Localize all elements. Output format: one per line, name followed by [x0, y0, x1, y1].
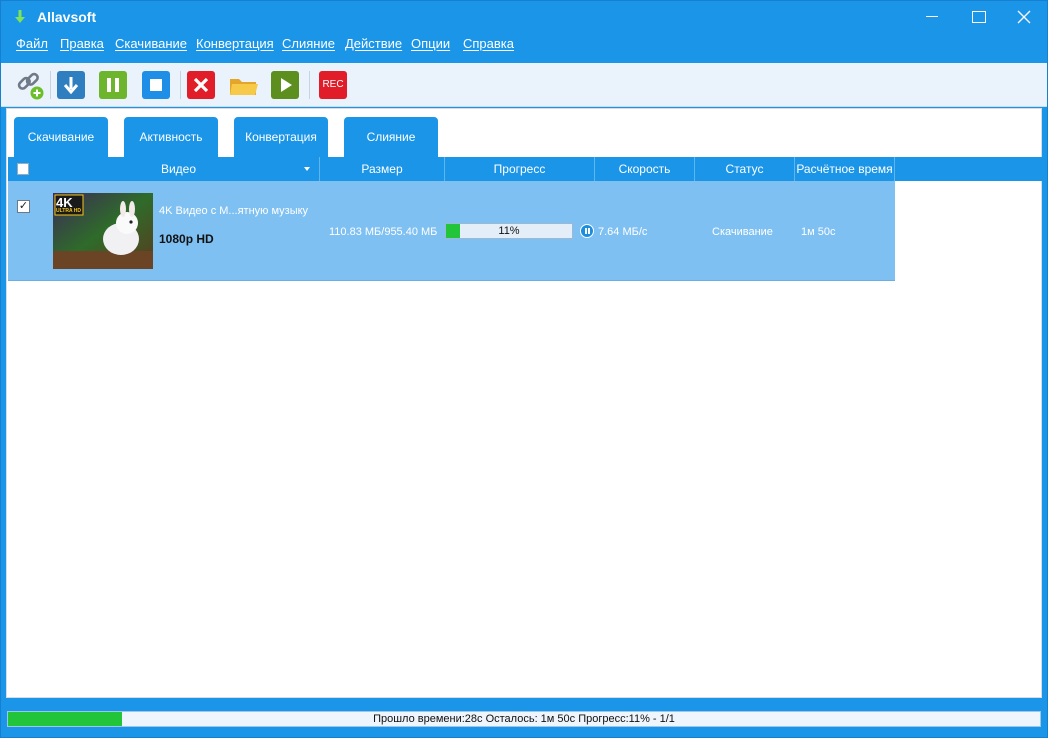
- title-bar: Allavsoft: [1, 1, 1047, 33]
- table-row[interactable]: ✓ 4K ULTRA HD 4K Видео с M...ятную музык…: [8, 181, 895, 281]
- pause-icon: [107, 78, 119, 92]
- overall-progress-text: Прошло времени:28с Осталось: 1м 50с Прог…: [373, 713, 675, 725]
- play-icon: [281, 78, 292, 92]
- video-title: 4K Видео с M...ятную музыку: [159, 205, 309, 217]
- column-size[interactable]: Размер: [320, 157, 445, 181]
- menu-convert[interactable]: Конвертация: [196, 36, 274, 51]
- close-window-button[interactable]: [1001, 1, 1047, 33]
- open-folder-button[interactable]: [228, 71, 258, 99]
- menu-bar: Файл Правка Скачивание Конвертация Слиян…: [1, 33, 1047, 63]
- download-size: 110.83 МБ/955.40 МБ: [329, 226, 438, 238]
- menu-action[interactable]: Действие: [345, 36, 402, 51]
- app-title: Allavsoft: [37, 9, 97, 25]
- ultra-hd-badge-text: ULTRA HD: [56, 208, 81, 214]
- minimize-button[interactable]: [909, 1, 955, 33]
- play-button[interactable]: [271, 71, 299, 99]
- app-logo-icon: [11, 8, 29, 26]
- download-button[interactable]: [57, 71, 85, 99]
- main-content: Скачивание Активность Конвертация Слияни…: [6, 108, 1042, 698]
- app-window: Allavsoft Файл Правка Скачивание Конверт…: [0, 0, 1048, 738]
- download-eta: 1м 50с: [801, 226, 836, 238]
- add-url-button[interactable]: [15, 71, 44, 100]
- video-thumbnail: 4K ULTRA HD: [53, 193, 153, 269]
- menu-edit[interactable]: Правка: [60, 36, 104, 51]
- stop-icon: [150, 79, 162, 91]
- download-status: Скачивание: [712, 226, 773, 238]
- download-arrow-icon: [63, 77, 79, 95]
- menu-help[interactable]: Справка: [463, 36, 514, 51]
- row-progress-bar: 11%: [445, 223, 573, 239]
- sort-desc-icon: [304, 167, 310, 171]
- pause-button[interactable]: [99, 71, 127, 99]
- toolbar-separator: [50, 71, 51, 99]
- link-add-icon: [17, 72, 44, 100]
- stop-button[interactable]: [142, 71, 170, 99]
- column-speed[interactable]: Скорость: [595, 157, 695, 181]
- toolbar-separator: [309, 71, 310, 99]
- menu-merge[interactable]: Слияние: [282, 36, 335, 51]
- overall-progress-bar: Прошло времени:28с Осталось: 1м 50с Прог…: [7, 711, 1041, 727]
- tab-convert[interactable]: Конвертация: [234, 117, 328, 157]
- tab-activity[interactable]: Активность: [124, 117, 218, 157]
- maximize-button[interactable]: [955, 1, 1001, 33]
- toolbar: REC: [1, 63, 1047, 107]
- column-video[interactable]: Видео: [38, 157, 320, 181]
- column-eta[interactable]: Расчётное время: [795, 157, 895, 181]
- rec-icon: REC: [322, 79, 344, 90]
- row-checkbox[interactable]: ✓: [17, 200, 30, 213]
- close-icon: [1017, 10, 1031, 24]
- close-x-icon: [193, 77, 209, 93]
- menu-download[interactable]: Скачивание: [115, 36, 187, 51]
- menu-file[interactable]: Файл: [16, 36, 48, 51]
- toolbar-separator: [180, 71, 181, 99]
- select-all-checkbox[interactable]: [17, 163, 29, 175]
- table-header: Видео Размер Прогресс Скорость Статус Ра…: [8, 157, 1042, 181]
- column-progress[interactable]: Прогресс: [445, 157, 595, 181]
- menu-options[interactable]: Опции: [411, 36, 450, 51]
- video-quality: 1080p HD: [159, 232, 214, 246]
- tab-merge[interactable]: Слияние: [344, 117, 438, 157]
- row-progress-label: 11%: [498, 225, 520, 237]
- download-speed: 7.64 МБ/с: [598, 226, 648, 238]
- status-bar: Прошло времени:28с Осталось: 1м 50с Прог…: [1, 699, 1047, 737]
- tab-download[interactable]: Скачивание: [14, 117, 108, 157]
- delete-button[interactable]: [187, 71, 215, 99]
- record-button[interactable]: REC: [319, 71, 347, 99]
- folder-icon: [230, 79, 258, 95]
- row-pause-icon[interactable]: [580, 224, 594, 238]
- column-status[interactable]: Статус: [695, 157, 795, 181]
